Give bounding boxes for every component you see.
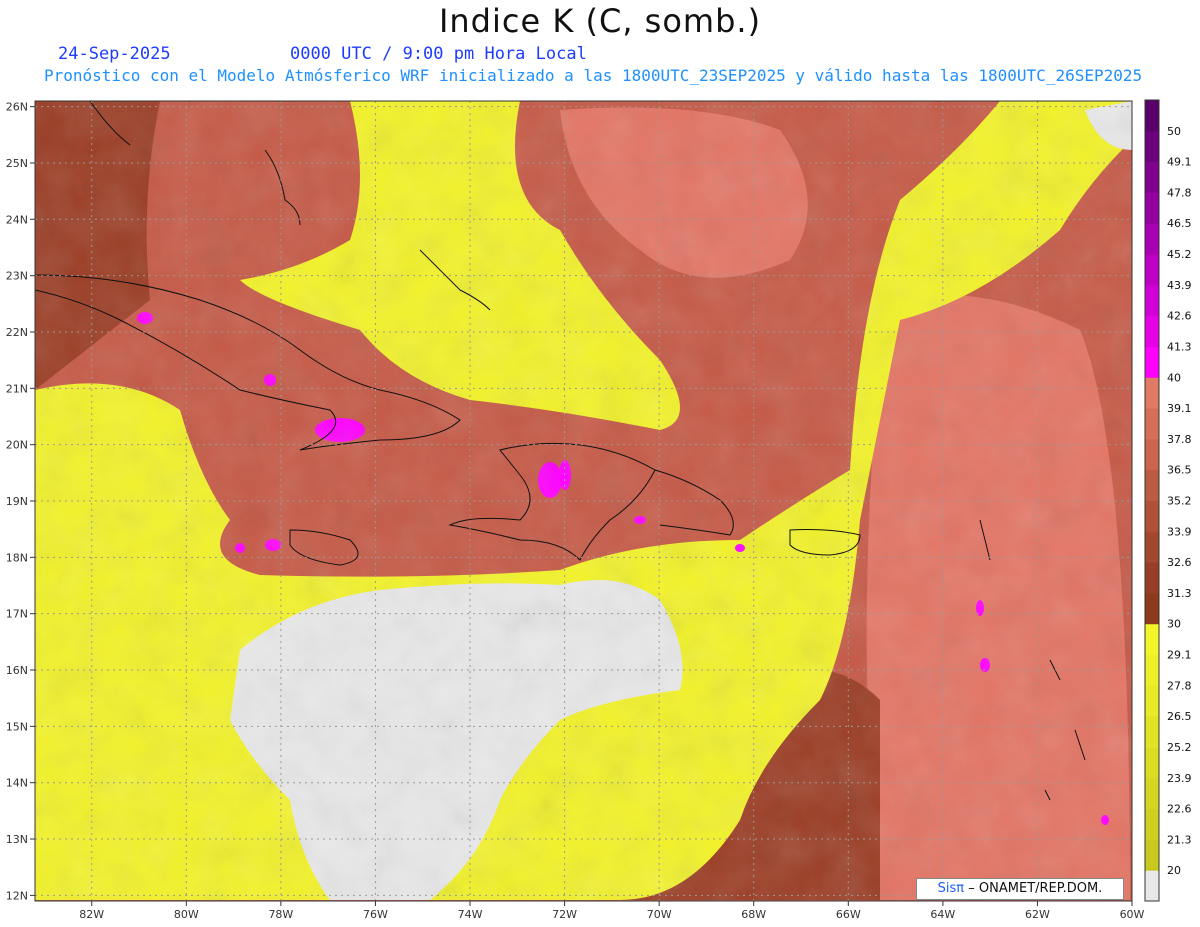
lat-tick-label: 25N xyxy=(6,157,28,170)
colorbar-swatch xyxy=(1145,562,1159,594)
colorbar-swatch xyxy=(1145,777,1159,810)
colorbar-swatch xyxy=(1145,223,1159,255)
lon-tick-label: 74W xyxy=(458,908,483,921)
lat-tick-label: 18N xyxy=(6,551,28,564)
lon-tick-label: 78W xyxy=(268,908,293,921)
credit-text: – ONAMET/REP.DOM. xyxy=(968,881,1103,896)
colorbar-label: 42.6 xyxy=(1167,310,1192,323)
colorbar-swatch xyxy=(1145,531,1159,563)
colorbar-swatch xyxy=(1145,100,1159,132)
forecast-time: 0000 UTC / 9:00 pm Hora Local xyxy=(290,44,587,64)
colorbar-label: 49.1 xyxy=(1167,156,1192,169)
lon-tick-label: 70W xyxy=(647,908,672,921)
colorbar-swatch xyxy=(1145,623,1159,656)
colorbar-swatch xyxy=(1145,408,1159,440)
colorbar-swatch xyxy=(1145,192,1159,224)
lat-tick-label: 13N xyxy=(6,833,28,846)
colorbar-swatch xyxy=(1145,500,1159,532)
colorbar-label: 25.2 xyxy=(1167,741,1192,754)
lon-tick-label: 62W xyxy=(1025,908,1050,921)
lon-tick-label: 80W xyxy=(174,908,199,921)
lat-tick-label: 15N xyxy=(6,720,28,733)
colorbar-label: 50 xyxy=(1167,125,1181,138)
colorbar: 20 21.3 22.6 23.9 25.2 26.5 27.8 29.1 30 31.3 32.6… xyxy=(1144,99,1192,902)
colorbar-label: 33.9 xyxy=(1167,525,1192,538)
lat-tick-label: 20N xyxy=(6,439,28,452)
colorbar-swatch xyxy=(1145,746,1159,779)
lat-tick-label: 24N xyxy=(6,213,28,226)
colorbar-swatch xyxy=(1145,284,1159,317)
colorbar-label: 46.5 xyxy=(1167,217,1192,230)
forecast-subtitle: Pronóstico con el Modelo Atmósferico WRF… xyxy=(44,66,1143,85)
lat-tick-label: 21N xyxy=(6,382,28,395)
longitude-axis: 82W 80W 78W 76W 74W 72W 70W 68W 66W 64W 62W 60W xyxy=(79,901,1145,921)
colorbar-swatch xyxy=(1145,161,1159,193)
colorbar-label: 31.3 xyxy=(1167,587,1192,600)
k-index-field xyxy=(35,101,1132,901)
colorbar-swatch xyxy=(1145,592,1159,625)
lat-tick-label: 19N xyxy=(6,495,28,508)
colorbar-label: 22.6 xyxy=(1167,803,1192,816)
colorbar-label: 21.3 xyxy=(1167,833,1192,846)
map-title: Indice K (C, somb.) xyxy=(438,2,762,40)
lat-tick-label: 16N xyxy=(6,664,28,677)
lon-tick-label: 76W xyxy=(363,908,388,921)
lat-tick-label: 12N xyxy=(6,889,28,902)
colorbar-label: 40 xyxy=(1167,371,1181,384)
colorbar-label: 43.9 xyxy=(1167,279,1192,292)
colorbar-swatch xyxy=(1145,685,1159,717)
colorbar-label: 29.1 xyxy=(1167,649,1192,662)
colorbar-swatch xyxy=(1145,870,1159,902)
forecast-date: 24-Sep-2025 xyxy=(58,44,171,64)
credit-box: Sisπ – ONAMET/REP.DOM. xyxy=(916,878,1124,900)
colorbar-label: 36.5 xyxy=(1167,464,1192,477)
colorbar-label: 20 xyxy=(1167,864,1181,877)
lon-tick-label: 66W xyxy=(836,908,861,921)
colorbar-swatch xyxy=(1145,839,1159,871)
lat-tick-label: 22N xyxy=(6,326,28,339)
colorbar-swatch xyxy=(1145,254,1159,286)
colorbar-label: 45.2 xyxy=(1167,248,1192,261)
colorbar-label: 30 xyxy=(1167,618,1181,631)
colorbar-label: 32.6 xyxy=(1167,556,1192,569)
colorbar-label: 35.2 xyxy=(1167,495,1192,508)
lat-tick-label: 17N xyxy=(6,608,28,621)
lon-tick-label: 64W xyxy=(930,908,955,921)
colorbar-swatch xyxy=(1145,315,1159,347)
lon-tick-label: 60W xyxy=(1120,908,1145,921)
colorbar-label: 26.5 xyxy=(1167,710,1192,723)
colorbar-label: 39.1 xyxy=(1167,402,1192,415)
colorbar-label: 37.8 xyxy=(1167,433,1192,446)
colorbar-swatch xyxy=(1145,130,1159,163)
lon-tick-label: 68W xyxy=(741,908,766,921)
colorbar-swatch xyxy=(1145,716,1159,748)
colorbar-swatch xyxy=(1145,808,1159,840)
latitude-axis: 26N 25N 24N 23N 22N 21N 20N 19N 18N 17N 16N 15N 14N 1… xyxy=(6,101,35,902)
sispi-logo: Sisπ xyxy=(937,881,965,896)
lat-tick-label: 23N xyxy=(6,270,28,283)
lat-tick-label: 26N xyxy=(6,101,28,114)
colorbar-label: 27.8 xyxy=(1167,679,1192,692)
colorbar-label: 23.9 xyxy=(1167,772,1192,785)
field-texture xyxy=(35,101,1132,901)
colorbar-swatch xyxy=(1145,438,1159,471)
lon-tick-label: 82W xyxy=(79,908,104,921)
colorbar-label: 41.3 xyxy=(1167,340,1192,353)
lat-tick-label: 14N xyxy=(6,777,28,790)
colorbar-swatch xyxy=(1145,346,1159,378)
colorbar-swatch xyxy=(1145,469,1159,501)
lon-tick-label: 72W xyxy=(552,908,577,921)
colorbar-label: 47.8 xyxy=(1167,186,1192,199)
colorbar-swatch xyxy=(1145,377,1159,409)
colorbar-swatch xyxy=(1145,654,1159,686)
forecast-map: 82W 80W 78W 76W 74W 72W 70W 68W 66W 64W 62W 60W 26N… xyxy=(6,99,1192,921)
